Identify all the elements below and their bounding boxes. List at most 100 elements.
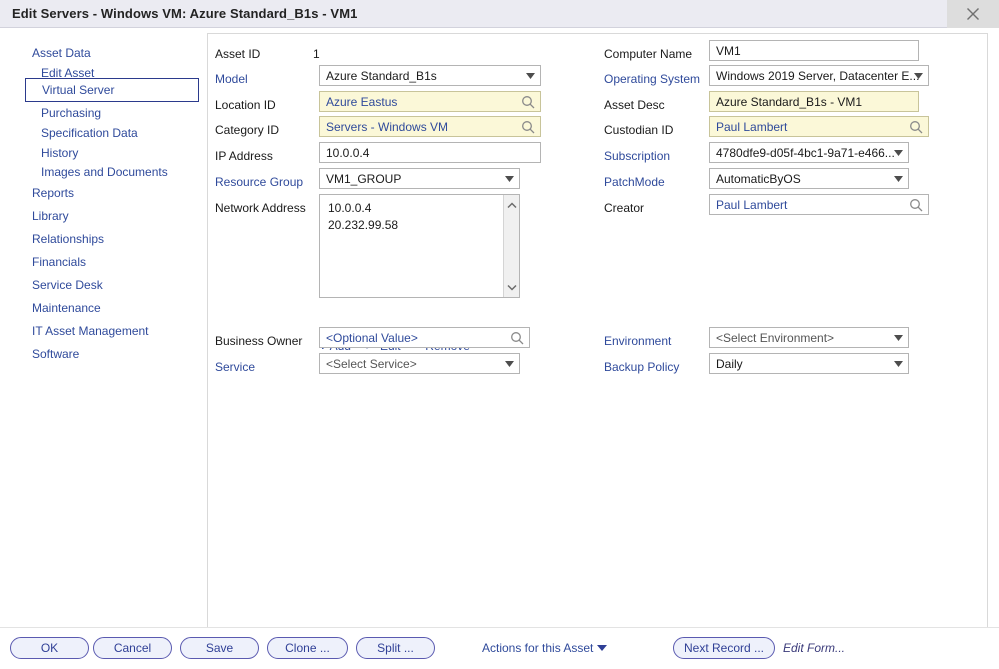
- backup-policy-select[interactable]: Daily: [709, 353, 909, 374]
- sidebar-item-label: Reports: [32, 186, 74, 200]
- computer-name-value: VM1: [716, 44, 741, 58]
- resource-group-value: VM1_GROUP: [326, 172, 401, 186]
- next-record-button[interactable]: Next Record ...: [673, 637, 775, 659]
- environment-select[interactable]: <Select Environment>: [709, 327, 909, 348]
- location-id-field[interactable]: Azure Eastus: [319, 91, 541, 112]
- subscription-select[interactable]: 4780dfe9-d05f-4bc1-9a71-e466...: [709, 142, 909, 163]
- ip-address-value: 10.0.0.4: [326, 146, 369, 160]
- computer-name-input[interactable]: VM1: [709, 40, 919, 61]
- model-value: Azure Standard_B1s: [326, 69, 437, 83]
- actions-label: Actions for this Asset: [482, 641, 593, 655]
- custodian-id-field[interactable]: Paul Lambert: [709, 116, 929, 137]
- business-owner-value: <Optional Value>: [326, 331, 418, 345]
- operating-system-select[interactable]: Windows 2019 Server, Datacenter E...: [709, 65, 929, 86]
- label-computer-name: Computer Name: [604, 47, 692, 61]
- network-address-items: 10.0.0.4 20.232.99.58: [320, 195, 502, 234]
- chevron-down-icon: [894, 335, 903, 341]
- window-titlebar: Edit Servers - Windows VM: Azure Standar…: [0, 0, 999, 28]
- sidebar-item-specification-data[interactable]: Specification Data: [41, 123, 138, 143]
- label-asset-desc: Asset Desc: [604, 98, 665, 112]
- business-owner-field[interactable]: <Optional Value>: [319, 327, 530, 348]
- category-id-value: Servers - Windows VM: [326, 120, 448, 134]
- sidebar-item-reports[interactable]: Reports: [32, 183, 74, 203]
- edit-form-link[interactable]: Edit Form...: [783, 641, 845, 655]
- sidebar-item-relationships[interactable]: Relationships: [32, 229, 104, 249]
- ip-address-input[interactable]: 10.0.0.4: [319, 142, 541, 163]
- sidebar-item-virtual-server[interactable]: Virtual Server: [25, 78, 199, 102]
- label-model: Model: [215, 72, 248, 86]
- custodian-id-value: Paul Lambert: [716, 120, 787, 134]
- scroll-up-icon[interactable]: [504, 197, 520, 213]
- sidebar-item-financials[interactable]: Financials: [32, 252, 86, 272]
- asset-desc-input[interactable]: Azure Standard_B1s - VM1: [709, 91, 919, 112]
- label-custodian-id: Custodian ID: [604, 123, 673, 137]
- location-id-value: Azure Eastus: [326, 95, 397, 109]
- sidebar-item-history[interactable]: History: [41, 143, 78, 163]
- sidebar-item-label: Purchasing: [41, 106, 101, 120]
- sidebar-item-maintenance[interactable]: Maintenance: [32, 298, 101, 318]
- label-patchmode: PatchMode: [604, 175, 665, 189]
- model-select[interactable]: Azure Standard_B1s: [319, 65, 541, 86]
- search-icon[interactable]: [521, 95, 535, 109]
- service-value: <Select Service>: [326, 357, 417, 371]
- sidebar-item-asset-data[interactable]: Asset Data: [32, 43, 91, 63]
- label-resource-group: Resource Group: [215, 175, 303, 189]
- search-icon[interactable]: [909, 198, 923, 212]
- scroll-down-icon[interactable]: [504, 279, 520, 295]
- sidebar-item-label: Library: [32, 209, 69, 223]
- backup-policy-value: Daily: [716, 357, 743, 371]
- label-network-address: Network Address: [215, 201, 306, 215]
- sidebar-item-library[interactable]: Library: [32, 206, 69, 226]
- sidebar-item-software[interactable]: Software: [32, 344, 79, 364]
- actions-for-this-asset-menu[interactable]: Actions for this Asset: [482, 641, 607, 655]
- sidebar-item-images-and-documents[interactable]: Images and Documents: [41, 162, 168, 182]
- sidebar-item-label: Financials: [32, 255, 86, 269]
- list-item[interactable]: 10.0.0.4: [328, 200, 502, 217]
- sidebar-item-label: Asset Data: [32, 46, 91, 60]
- service-select[interactable]: <Select Service>: [319, 353, 520, 374]
- ok-button[interactable]: OK: [10, 637, 89, 659]
- chevron-down-icon: [597, 645, 607, 651]
- sidebar-item-label: History: [41, 146, 78, 160]
- list-item[interactable]: 20.232.99.58: [328, 217, 502, 234]
- label-category-id: Category ID: [215, 123, 279, 137]
- close-icon: [966, 7, 980, 21]
- chevron-down-icon: [894, 176, 903, 182]
- category-id-field[interactable]: Servers - Windows VM: [319, 116, 541, 137]
- creator-field[interactable]: Paul Lambert: [709, 194, 929, 215]
- clone-button[interactable]: Clone ...: [267, 637, 348, 659]
- creator-value: Paul Lambert: [716, 198, 787, 212]
- listbox-scrollbar[interactable]: [503, 195, 519, 297]
- footer-toolbar: OK Cancel Save Clone ... Split ... Actio…: [0, 627, 999, 669]
- label-asset-id: Asset ID: [215, 47, 260, 61]
- sidebar-item-it-asset-management[interactable]: IT Asset Management: [32, 321, 149, 341]
- resource-group-select[interactable]: VM1_GROUP: [319, 168, 520, 189]
- chevron-down-icon: [894, 361, 903, 367]
- save-button[interactable]: Save: [180, 637, 259, 659]
- sidebar-item-label: IT Asset Management: [32, 324, 149, 338]
- search-icon[interactable]: [510, 331, 524, 345]
- environment-value: <Select Environment>: [716, 331, 834, 345]
- search-icon[interactable]: [521, 120, 535, 134]
- label-backup-policy: Backup Policy: [604, 360, 679, 374]
- sidebar-item-service-desk[interactable]: Service Desk: [32, 275, 103, 295]
- value-asset-id: 1: [313, 47, 320, 61]
- close-button[interactable]: [947, 0, 999, 28]
- split-button[interactable]: Split ...: [356, 637, 435, 659]
- cancel-button[interactable]: Cancel: [93, 637, 172, 659]
- window-title: Edit Servers - Windows VM: Azure Standar…: [12, 6, 357, 21]
- network-address-listbox[interactable]: 10.0.0.4 20.232.99.58: [319, 194, 520, 298]
- sidebar-item-label: Software: [32, 347, 79, 361]
- asset-desc-value: Azure Standard_B1s - VM1: [716, 95, 862, 109]
- chevron-down-icon: [505, 176, 514, 182]
- chevron-down-icon: [894, 150, 903, 156]
- chevron-down-icon: [914, 73, 923, 79]
- search-icon[interactable]: [909, 120, 923, 134]
- operating-system-value: Windows 2019 Server, Datacenter E...: [716, 69, 919, 83]
- label-location-id: Location ID: [215, 98, 276, 112]
- patchmode-select[interactable]: AutomaticByOS: [709, 168, 909, 189]
- label-creator: Creator: [604, 201, 644, 215]
- chevron-down-icon: [505, 361, 514, 367]
- sidebar-item-label: Maintenance: [32, 301, 101, 315]
- sidebar-item-purchasing[interactable]: Purchasing: [41, 103, 101, 123]
